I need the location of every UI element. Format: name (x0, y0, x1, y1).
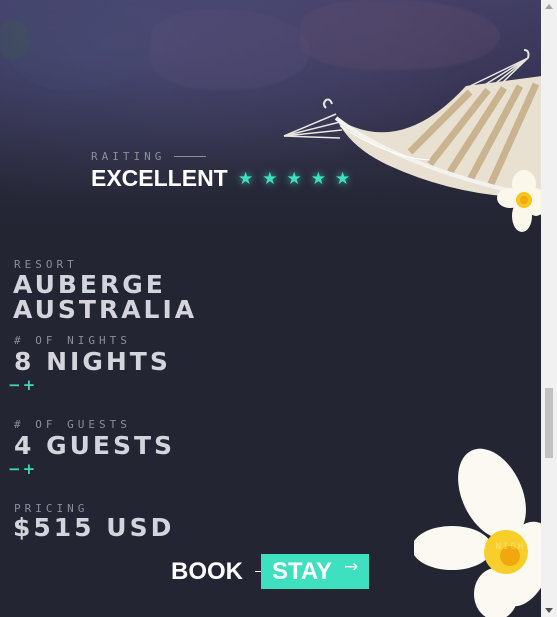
stay-label: STAY (272, 557, 333, 585)
star-icon: ★ (286, 169, 302, 189)
star-icon: ★ (335, 169, 351, 189)
per-night-label: PER NIGHT (466, 542, 533, 552)
nights-minus-button[interactable]: − (8, 378, 21, 393)
vertical-scrollbar[interactable] (541, 0, 557, 617)
book-cta: BOOK (171, 554, 265, 589)
rating-value: EXCELLENT (91, 165, 228, 191)
resort-name-line2: AUSTRALIA (13, 295, 198, 324)
star-icon: ★ (310, 169, 326, 189)
guests-label: # OF GUESTS (14, 418, 131, 431)
booking-page: RAITING EXCELLENT ★ ★ ★ ★ ★ RESORT AUBERGE A… (0, 0, 557, 617)
nights-plus-button[interactable]: + (23, 378, 36, 393)
guests-stepper: − + (8, 462, 35, 477)
nights-label: # OF NIGHTS (14, 334, 131, 347)
scroll-up-arrow-icon[interactable] (545, 4, 553, 9)
hero-image (0, 0, 542, 232)
guests-plus-button[interactable]: + (23, 462, 36, 477)
nights-stepper: − + (8, 378, 35, 393)
scroll-down-arrow-icon[interactable] (545, 608, 553, 613)
nights-value: 8 NIGHTS (14, 347, 171, 376)
rating-stars: ★ ★ ★ ★ ★ (238, 171, 350, 188)
arrow-right-icon: → (344, 557, 359, 577)
rating-divider (174, 156, 206, 157)
guests-minus-button[interactable]: − (8, 462, 21, 477)
guests-value: 4 GUESTS (14, 431, 176, 460)
stay-button[interactable]: STAY → (261, 554, 369, 589)
rating-label: RAITING (91, 150, 166, 163)
flower-image-large (414, 448, 541, 617)
scrollbar-thumb[interactable] (545, 388, 553, 458)
book-label: BOOK (171, 557, 243, 585)
star-icon: ★ (262, 169, 278, 189)
star-icon: ★ (238, 169, 254, 189)
pricing-value: $515 USD (13, 513, 175, 542)
flower-image-small (497, 170, 542, 232)
